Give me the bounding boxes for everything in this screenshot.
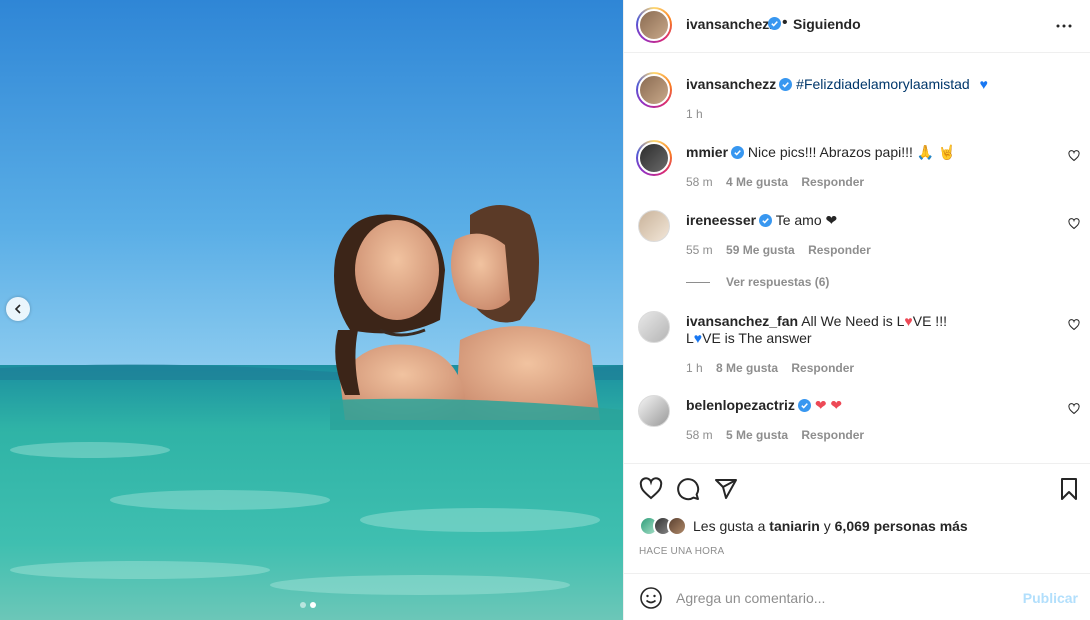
bookmark-icon[interactable]	[1057, 477, 1081, 501]
caption-time: 1 h	[686, 107, 703, 121]
heart-icon[interactable]	[639, 477, 663, 501]
comment-avatar[interactable]	[638, 210, 670, 242]
comment-meta: 58 m 4 Me gusta Responder	[686, 175, 874, 189]
carousel-indicator	[300, 602, 316, 608]
verified-badge-icon	[797, 399, 811, 412]
caption-text: ivansanchezz #Felizdiadelamorylaamistad …	[686, 76, 1066, 93]
comment-meta: 58 m 5 Me gusta Responder	[686, 428, 874, 442]
comment-likes[interactable]: 59 Me gusta	[726, 243, 795, 257]
comment-username[interactable]: ivansanchez_fan	[686, 313, 798, 329]
comment-like-heart-icon[interactable]	[1068, 150, 1080, 162]
comment-likes[interactable]: 5 Me gusta	[726, 428, 788, 442]
verified-badge-icon	[779, 78, 793, 91]
caption-username[interactable]: ivansanchezz	[686, 76, 776, 92]
separator-dot: •	[782, 14, 788, 31]
follow-status[interactable]: Siguiendo	[793, 16, 861, 32]
comment-text: mmier Nice pics!!! Abrazos papi!!! 🙏 🤘	[686, 144, 1016, 161]
author-avatar[interactable]	[636, 7, 672, 43]
blue-heart-emoji: ♥	[979, 76, 988, 92]
comment-like-heart-icon[interactable]	[1068, 319, 1080, 331]
red-heart-emoji: ♥	[904, 313, 913, 329]
comment-username[interactable]: ireneesser	[686, 212, 756, 228]
post-timestamp[interactable]: HACE UNA HORA	[639, 546, 724, 557]
previous-slide-button[interactable]	[6, 297, 30, 321]
beach-couple-image	[0, 0, 623, 620]
comment-icon[interactable]	[676, 477, 700, 501]
comment-text: belenlopezactriz ❤ ❤	[686, 397, 1016, 414]
comment-body-line1a: All We Need is L	[801, 313, 905, 329]
comment-text: ivansanchez_fan All We Need is L♥VE !!! …	[686, 313, 1016, 347]
carousel-dot-active	[310, 602, 316, 608]
comment-body: Te amo ❤	[775, 212, 838, 228]
liked-by-connector: y	[823, 518, 831, 534]
comment-avatar[interactable]	[636, 140, 672, 176]
view-replies-label: Ver respuestas (6)	[726, 275, 830, 289]
liked-by-text: Les gusta a taniarin y 6,069 personas má…	[693, 518, 968, 534]
verified-badge-icon	[759, 214, 773, 227]
post-header: ivansanchezz • Siguiendo	[624, 0, 1090, 53]
verified-badge-icon	[731, 146, 745, 159]
comment-row: ireneesser Te amo ❤ 55 m 59 Me gusta Res…	[624, 208, 1090, 293]
caption-avatar[interactable]	[636, 72, 672, 108]
liked-by-user[interactable]: taniarin	[769, 518, 820, 534]
comment-username[interactable]: mmier	[686, 144, 728, 160]
comment-username[interactable]: belenlopezactriz	[686, 397, 795, 413]
view-replies-button[interactable]: Ver respuestas (6)	[686, 275, 829, 289]
paper-plane-icon[interactable]	[714, 477, 738, 501]
comments-list[interactable]: ivansanchezz #Felizdiadelamorylaamistad …	[624, 53, 1090, 463]
post-photo[interactable]	[0, 0, 623, 620]
blue-heart-emoji: ♥	[693, 330, 703, 346]
replies-divider	[686, 281, 710, 283]
comment-text: ireneesser Te amo ❤	[686, 212, 1016, 229]
comment-meta: 1 h 8 Me gusta Responder	[686, 361, 864, 375]
comment-time: 58 m	[686, 428, 713, 442]
comment-meta: 55 m 59 Me gusta Responder	[686, 243, 881, 257]
comment-time: 58 m	[686, 175, 713, 189]
comment-body-line2b: VE is The answer	[702, 330, 812, 346]
reply-button[interactable]: Responder	[808, 243, 871, 257]
post-sidebar: ivansanchezz • Siguiendo ivansanchezz #F…	[623, 0, 1090, 620]
comment-row: mmier Nice pics!!! Abrazos papi!!! 🙏 🤘 5…	[624, 140, 1090, 200]
comment-like-heart-icon[interactable]	[1068, 218, 1080, 230]
liked-by-others[interactable]: 6,069 personas más	[835, 518, 968, 534]
reply-button[interactable]: Responder	[791, 361, 854, 375]
more-horizontal-icon[interactable]	[1052, 14, 1076, 38]
caption-row: ivansanchezz #Felizdiadelamorylaamistad …	[624, 72, 1090, 132]
comment-body-line2a: L	[686, 330, 694, 346]
comment-body: ❤ ❤	[814, 397, 843, 413]
reply-button[interactable]: Responder	[801, 175, 864, 189]
verified-badge-icon	[768, 17, 781, 30]
comment-time: 1 h	[686, 361, 703, 375]
smiley-icon[interactable]	[639, 586, 663, 610]
caption-hashtag[interactable]: #Felizdiadelamorylaamistad	[796, 76, 970, 92]
liked-by-prefix: Les gusta a	[693, 518, 766, 534]
reply-button[interactable]: Responder	[801, 428, 864, 442]
author-username[interactable]: ivansanchezz	[686, 16, 776, 32]
liker-avatar	[667, 516, 687, 536]
comment-input[interactable]	[676, 587, 1016, 609]
post-actions: Les gusta a taniarin y 6,069 personas má…	[624, 463, 1090, 573]
comment-time: 55 m	[686, 243, 713, 257]
carousel-dot	[300, 602, 306, 608]
chevron-left-icon	[14, 304, 21, 314]
comment-body-line1b: VE !!!	[912, 313, 947, 329]
comment-row: ivansanchez_fan All We Need is L♥VE !!! …	[624, 309, 1090, 384]
liked-by: Les gusta a taniarin y 6,069 personas má…	[639, 516, 968, 536]
publish-button[interactable]: Publicar	[1023, 590, 1078, 606]
comment-like-heart-icon[interactable]	[1068, 403, 1080, 415]
comment-avatar[interactable]	[638, 395, 670, 427]
add-comment-bar: Publicar	[624, 573, 1090, 620]
comment-likes[interactable]: 4 Me gusta	[726, 175, 788, 189]
comment-likes[interactable]: 8 Me gusta	[716, 361, 778, 375]
caption-meta: 1 h	[686, 107, 713, 121]
comment-avatar[interactable]	[638, 311, 670, 343]
comment-body: Nice pics!!! Abrazos papi!!! 🙏 🤘	[747, 144, 956, 160]
comment-row: belenlopezactriz ❤ ❤ 58 m 5 Me gusta Res…	[624, 393, 1090, 453]
